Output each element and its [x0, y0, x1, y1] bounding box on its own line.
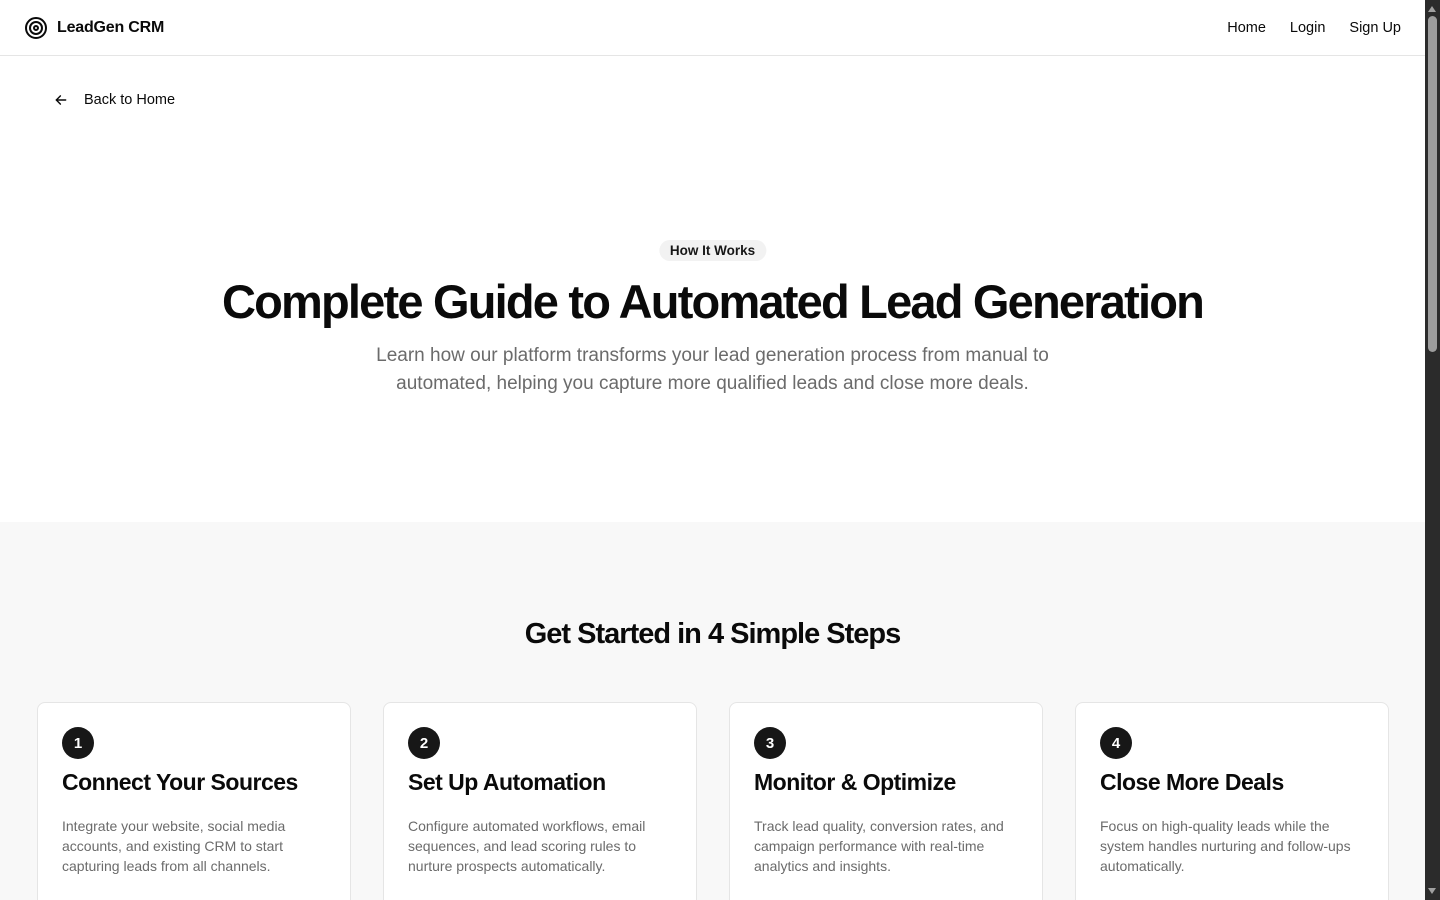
step-number-badge: 2: [408, 727, 440, 759]
step-card: 2 Set Up Automation Configure automated …: [383, 702, 697, 900]
page-scrollbar[interactable]: [1425, 0, 1440, 900]
step-number-badge: 1: [62, 727, 94, 759]
main-nav: Home Login Sign Up: [1227, 20, 1401, 36]
step-description: Track lead quality, conversion rates, an…: [754, 818, 1004, 874]
arrow-left-icon: [54, 93, 68, 107]
how-it-works-badge: How It Works: [658, 240, 767, 261]
steps-section: Get Started in 4 Simple Steps 1 Connect …: [0, 522, 1425, 900]
steps-heading: Get Started in 4 Simple Steps: [524, 618, 902, 650]
back-to-home-link[interactable]: Back to Home: [54, 89, 175, 111]
step-card: 3 Monitor & Optimize Track lead quality,…: [729, 702, 1043, 900]
steps-grid: 1 Connect Your Sources Integrate your we…: [37, 702, 1389, 900]
step-title: Connect Your Sources: [62, 769, 298, 795]
step-card: 4 Close More Deals Focus on high-quality…: [1075, 702, 1389, 900]
step-number-badge: 3: [754, 727, 786, 759]
top-navbar: LeadGen CRM Home Login Sign Up: [0, 0, 1425, 56]
page-title: Complete Guide to Automated Lead Generat…: [221, 275, 1205, 328]
step-description: Configure automated workflows, email seq…: [408, 818, 646, 874]
brand[interactable]: LeadGen CRM: [24, 16, 164, 40]
step-description: Integrate your website, social media acc…: [62, 818, 286, 874]
nav-login-link[interactable]: Login: [1290, 20, 1325, 36]
step-number-badge: 4: [1100, 727, 1132, 759]
scrollbar-thumb[interactable]: [1428, 16, 1437, 352]
scroll-down-arrow-icon[interactable]: [1428, 888, 1436, 894]
step-title: Set Up Automation: [408, 769, 606, 795]
nav-signup-link[interactable]: Sign Up: [1349, 20, 1401, 36]
step-title: Close More Deals: [1100, 769, 1284, 795]
nav-home-link[interactable]: Home: [1227, 20, 1266, 36]
hero-section: How It Works Complete Guide to Automated…: [0, 56, 1425, 522]
page-subtitle: Learn how our platform transforms your l…: [376, 345, 1049, 394]
step-title: Monitor & Optimize: [754, 769, 956, 795]
back-to-home-label: Back to Home: [84, 92, 176, 108]
scroll-up-arrow-icon[interactable]: [1428, 6, 1436, 12]
step-description: Focus on high-quality leads while the sy…: [1100, 818, 1351, 874]
target-icon: [24, 16, 48, 40]
step-card: 1 Connect Your Sources Integrate your we…: [37, 702, 351, 900]
brand-name: LeadGen CRM: [57, 18, 165, 36]
